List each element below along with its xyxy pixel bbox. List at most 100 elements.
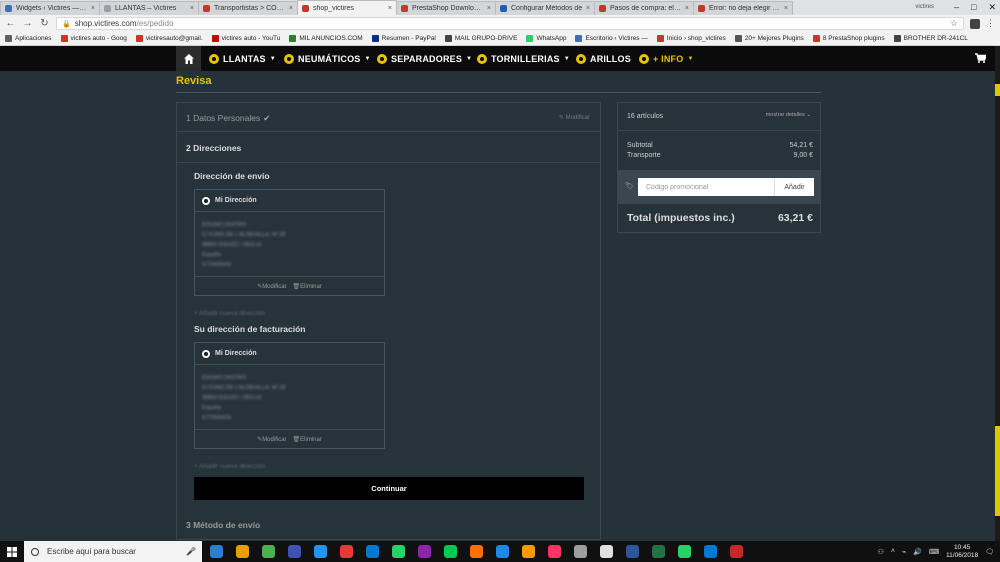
microphone-icon[interactable]: 🎤 (186, 547, 196, 556)
tray-expand-icon[interactable]: ˄ (891, 548, 895, 555)
browser-tab[interactable]: PrestaShop Download: in × (396, 1, 496, 15)
tab-close-icon[interactable]: × (487, 5, 491, 12)
taskbar-app-icon[interactable] (340, 545, 353, 558)
tab-close-icon[interactable]: × (91, 5, 95, 12)
taskbar-search[interactable]: Escribe aquí para buscar 🎤 (24, 541, 202, 562)
show-details-link[interactable]: mostrar detalles ⌄ (766, 112, 811, 118)
modify-personal-data-link[interactable]: ✎ Modificar (559, 114, 590, 121)
taskbar-app-icon[interactable] (652, 545, 665, 558)
taskbar-app-icon[interactable] (418, 545, 431, 558)
taskbar-app-icon[interactable] (548, 545, 561, 558)
tab-close-icon[interactable]: × (586, 5, 590, 12)
close-icon[interactable]: ✕ (988, 2, 996, 13)
extension-icon[interactable] (970, 18, 980, 29)
taskbar-app-icon[interactable] (678, 545, 691, 558)
maximize-icon[interactable]: □ (971, 2, 976, 12)
nav-llantas[interactable]: LLANTAS ▼ (209, 46, 276, 71)
step-personal-data[interactable]: 1 Datos Personales ✔ ✎ Modificar (177, 103, 600, 132)
back-arrow-icon[interactable]: ← (5, 18, 16, 29)
bookmark-item[interactable]: victires auto - Goog (60, 35, 127, 42)
tab-close-icon[interactable]: × (289, 5, 293, 12)
people-icon[interactable]: ⚇ (878, 548, 884, 556)
volume-icon[interactable]: 🔊 (913, 548, 922, 556)
taskbar-app-icon[interactable] (288, 545, 301, 558)
bookmark-item[interactable]: Escritorio ‹ Victires — (575, 35, 648, 42)
bookmark-item[interactable]: 8 PrestaShop plugins (812, 35, 885, 42)
shipping-address-card[interactable]: Mi Dirección EDGAR CASTRO C/ FONS DE L'A… (194, 189, 385, 296)
taskbar-app-icon[interactable] (522, 545, 535, 558)
nav-neumaticos[interactable]: NEUMÁTICOS ▼ (284, 46, 371, 71)
taskbar-app-icon[interactable] (704, 545, 717, 558)
add-promo-button[interactable]: Añadir (774, 178, 814, 196)
tag-icon: 🏷 (625, 183, 634, 190)
delete-shipping-address-link[interactable]: 🗑Eliminar (293, 283, 322, 290)
bookmark-star-icon[interactable]: ☆ (950, 18, 958, 29)
browser-tab[interactable]: Pasos de compra: elimin × (594, 1, 694, 15)
shipping-address-header[interactable]: Mi Dirección (195, 190, 384, 212)
nav-info[interactable]: + INFO ▼ (639, 46, 694, 71)
reload-icon[interactable]: ↻ (39, 18, 50, 29)
home-button[interactable] (176, 46, 201, 71)
bookmark-item[interactable]: victires auto - YouTu (211, 35, 280, 42)
browser-tab[interactable]: Widgets ‹ Victires — Wo × (0, 1, 100, 15)
url-input[interactable]: 🔒 shop.victires.com/es/pedido ☆ (56, 17, 964, 30)
taskbar-app-icon[interactable] (600, 545, 613, 558)
step-shipping-method[interactable]: 3 Método de envío (186, 520, 260, 530)
bookmark-item[interactable]: Inicio › shop_victires (656, 35, 726, 42)
page-scrollbar[interactable] (995, 46, 1000, 542)
taskbar-app-icon[interactable] (366, 545, 379, 558)
taskbar-app-icon[interactable] (236, 545, 249, 558)
modify-billing-address-link[interactable]: ✎Modificar (257, 436, 286, 443)
bookmark-item[interactable]: Resumen - PayPal (371, 35, 436, 42)
nav-tornillerias[interactable]: TORNILLERIAS ▼ (477, 46, 570, 71)
bookmark-item[interactable]: BROTHER DR-241CL (893, 35, 968, 42)
taskbar-app-icon[interactable] (444, 545, 457, 558)
taskbar-app-icon[interactable] (470, 545, 483, 558)
browser-tab[interactable]: Error: no deja elegir mét × (693, 1, 793, 15)
browser-tab[interactable]: Configurar Métodos de × (495, 1, 595, 15)
language-icon[interactable]: ⌨ (929, 548, 939, 556)
taskbar-app-icon[interactable] (392, 545, 405, 558)
start-button[interactable] (0, 541, 24, 562)
bookmark-item[interactable]: 20+ Mejores Plugins (734, 35, 804, 42)
minimize-icon[interactable]: – (954, 2, 959, 12)
taskbar-app-icon[interactable] (730, 545, 743, 558)
taskbar-app-icon[interactable] (314, 545, 327, 558)
taskbar-app-icon[interactable] (574, 545, 587, 558)
add-shipping-address-link[interactable]: + Añadir nueva dirección (194, 310, 265, 317)
browser-tab[interactable]: Transportistas > CORREC× (198, 1, 298, 15)
taskbar-app-icon[interactable] (626, 545, 639, 558)
forward-arrow-icon[interactable]: → (22, 18, 33, 29)
tab-close-icon[interactable]: × (190, 5, 194, 12)
continue-button[interactable]: Continuar (194, 477, 584, 500)
browser-tab[interactable]: shop_victires × (297, 0, 397, 15)
tab-close-icon[interactable]: × (388, 5, 392, 12)
bookmark-item[interactable]: WhatsApp (526, 35, 566, 42)
browser-tab[interactable]: LLANTAS – Victires × (99, 1, 199, 15)
nav-separadores[interactable]: SEPARADORES ▼ (377, 46, 472, 71)
modify-shipping-address-link[interactable]: ✎Modificar (257, 283, 286, 290)
promo-code-input[interactable] (638, 178, 774, 196)
bookmark-item[interactable]: Aplicaciones (5, 35, 52, 42)
bookmark-item[interactable]: MIL ANUNCIOS.COM (289, 35, 363, 42)
tab-close-icon[interactable]: × (784, 5, 788, 12)
browser-user-label[interactable]: victires (915, 4, 934, 10)
cart-icon[interactable] (975, 53, 986, 63)
shipping-address-radio[interactable] (202, 196, 210, 205)
tab-close-icon[interactable]: × (685, 5, 689, 12)
nav-arillos[interactable]: ARILLOS (576, 46, 631, 71)
browser-menu-icon[interactable]: ⋮ (986, 18, 995, 29)
bookmark-item[interactable]: victiresauto@gmail. (135, 35, 203, 42)
billing-address-card[interactable]: Mi Dirección EDGAR CASTRO C/ FONS DE L'A… (194, 342, 385, 449)
taskbar-app-icon[interactable] (496, 545, 509, 558)
add-billing-address-link[interactable]: + Añadir nueva dirección (194, 463, 265, 470)
billing-address-header[interactable]: Mi Dirección (195, 343, 384, 365)
billing-address-radio[interactable] (202, 349, 210, 358)
system-clock[interactable]: 10:45 11/06/2018 (946, 544, 978, 560)
network-icon[interactable]: ⌁ (902, 548, 906, 556)
taskbar-app-icon[interactable] (262, 545, 275, 558)
delete-billing-address-link[interactable]: 🗑Eliminar (293, 436, 322, 443)
bookmark-item[interactable]: MAIL GRUPO-DRIVE (444, 35, 517, 42)
taskbar-app-icon[interactable] (210, 545, 223, 558)
notifications-icon[interactable]: 🗨 (985, 548, 994, 556)
